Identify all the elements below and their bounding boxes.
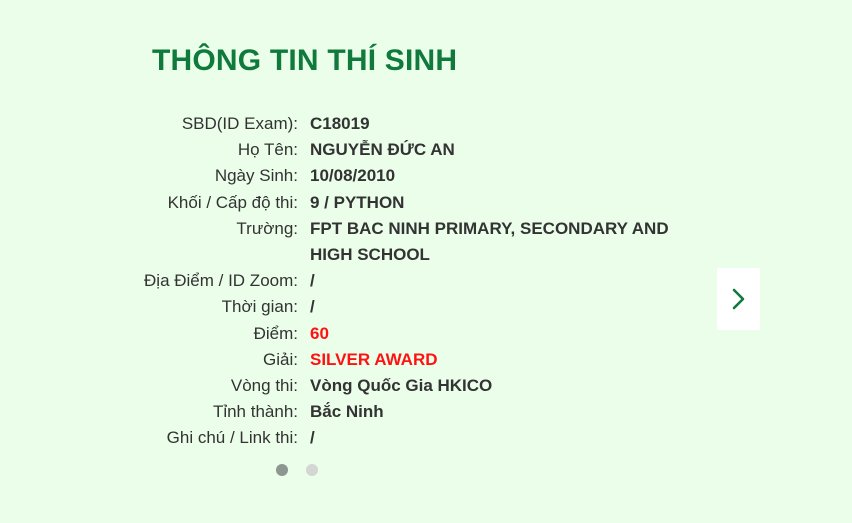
field-value: SILVER AWARD [310,349,438,369]
field-value: NGUYỄN ĐỨC AN [310,140,455,160]
field-label: SBD(ID Exam): [181,114,298,133]
field-label: Tỉnh thành: [212,402,298,422]
candidate-info-page: THÔNG TIN THÍ SINH SBD(ID Exam): C18019 … [0,0,852,523]
field-label: Ghi chú / Link thi: [166,428,298,448]
info-row-notes-link: Ghi chú / Link thi: / [0,425,852,451]
info-row-id-exam: SBD(ID Exam): C18019 [0,111,852,137]
field-label: Giải: [263,349,298,369]
info-row-birthdate: Ngày Sinh: 10/08/2010 [0,163,852,189]
field-value: 10/08/2010 [310,166,396,186]
chevron-right-icon [732,288,744,310]
carousel-dot-1[interactable] [276,464,288,476]
field-value: / [310,428,315,448]
field-label: Khối / Cấp độ thi: [167,192,298,212]
field-value: C18019 [310,114,370,133]
carousel-next-button[interactable] [717,268,760,330]
field-value: / [310,297,315,317]
field-label: Họ Tên: [237,140,298,160]
carousel-pagination [276,464,318,476]
field-label: Vòng thi: [230,376,298,396]
field-value: 60 [310,323,329,343]
info-row-award: Giải: SILVER AWARD [0,347,852,373]
field-value: Vòng Quốc Gia HKICO [310,376,493,396]
info-row-grade-level: Khối / Cấp độ thi: 9 / PYTHON [0,190,852,216]
carousel-dot-2[interactable] [306,464,318,476]
info-row-round: Vòng thi: Vòng Quốc Gia HKICO [0,373,852,399]
field-value: / [310,271,315,291]
field-value: FPT BAC NINH PRIMARY, SECONDARY AND HIGH… [310,218,669,265]
info-row-name: Họ Tên: NGUYỄN ĐỨC AN [0,137,852,163]
field-value: Bắc Ninh [310,402,384,422]
info-row-school: Trường: FPT BAC NINH PRIMARY, SECONDARY … [0,216,852,268]
field-label: Ngày Sinh: [214,166,298,186]
page-title: THÔNG TIN THÍ SINH [152,44,458,77]
field-value: 9 / PYTHON [310,192,405,212]
info-row-province: Tỉnh thành: Bắc Ninh [0,399,852,425]
field-label: Địa Điểm / ID Zoom: [144,271,298,291]
field-label: Trường: [236,218,298,238]
field-label: Điểm: [253,323,298,343]
field-label: Thời gian: [221,297,298,317]
